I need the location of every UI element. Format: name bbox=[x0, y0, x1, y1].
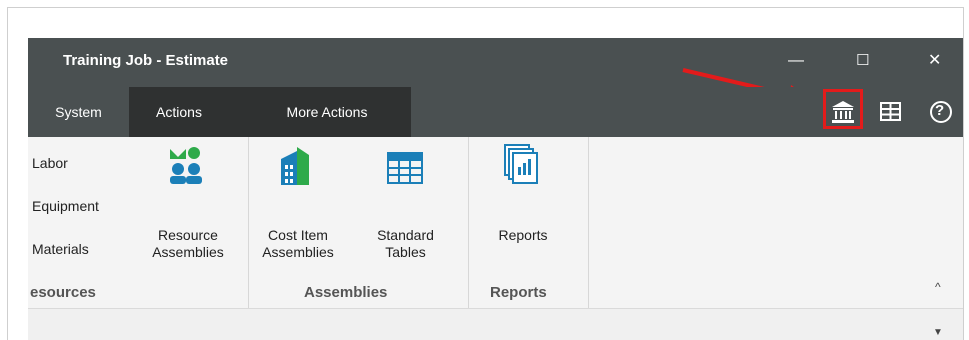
ribbon: Labor Equipment Materials Resource Assem… bbox=[28, 137, 963, 309]
tab-more-actions[interactable]: More Actions bbox=[252, 87, 402, 137]
collapse-ribbon-button[interactable]: ^ bbox=[935, 280, 941, 294]
standard-tables-line2: Tables bbox=[385, 244, 426, 260]
app-frame: Training Job - Estimate — ☐ ✕ System Act… bbox=[7, 7, 964, 340]
materials-button[interactable]: Materials bbox=[32, 241, 89, 257]
cost-item-line1: Cost Item bbox=[268, 227, 328, 243]
content-area: ▼ bbox=[28, 309, 963, 340]
labor-button[interactable]: Labor bbox=[32, 155, 68, 171]
cost-item-assemblies-icon bbox=[275, 145, 317, 192]
grid-icon[interactable] bbox=[876, 97, 906, 127]
help-icon[interactable]: ? bbox=[926, 97, 956, 127]
standard-tables-line1: Standard bbox=[377, 227, 434, 243]
group-separator bbox=[248, 137, 249, 308]
standard-tables-icon bbox=[386, 151, 424, 190]
maximize-button[interactable]: ☐ bbox=[856, 51, 869, 71]
tab-actions[interactable]: Actions bbox=[129, 87, 229, 137]
dropdown-arrow-icon[interactable]: ▼ bbox=[933, 327, 943, 338]
window-title: Training Job - Estimate bbox=[63, 52, 229, 69]
tab-system[interactable]: System bbox=[28, 87, 129, 137]
resource-assemblies-icon bbox=[166, 145, 206, 190]
standard-tables-button[interactable]: Standard Tables bbox=[358, 227, 453, 261]
resource-assemblies-button[interactable]: Resource Assemblies bbox=[128, 227, 248, 261]
reports-icon bbox=[501, 143, 541, 190]
resource-assemblies-line2: Assemblies bbox=[152, 244, 224, 260]
help-glyph: ? bbox=[935, 102, 945, 119]
cost-item-assemblies-button[interactable]: Cost Item Assemblies bbox=[253, 227, 343, 261]
resource-assemblies-line1: Resource bbox=[158, 227, 218, 243]
tab-bar: System Actions More Actions ? bbox=[28, 87, 963, 137]
close-button[interactable]: ✕ bbox=[928, 51, 941, 71]
group-separator bbox=[468, 137, 469, 308]
equipment-button[interactable]: Equipment bbox=[32, 198, 99, 214]
reports-button[interactable]: Reports bbox=[478, 227, 568, 244]
cost-item-line2: Assemblies bbox=[262, 244, 334, 260]
resources-group-label: esources bbox=[30, 284, 96, 301]
reports-group-label: Reports bbox=[490, 284, 547, 301]
bank-icon[interactable] bbox=[828, 97, 858, 127]
assemblies-group-label: Assemblies bbox=[304, 284, 388, 301]
group-separator bbox=[588, 137, 589, 308]
